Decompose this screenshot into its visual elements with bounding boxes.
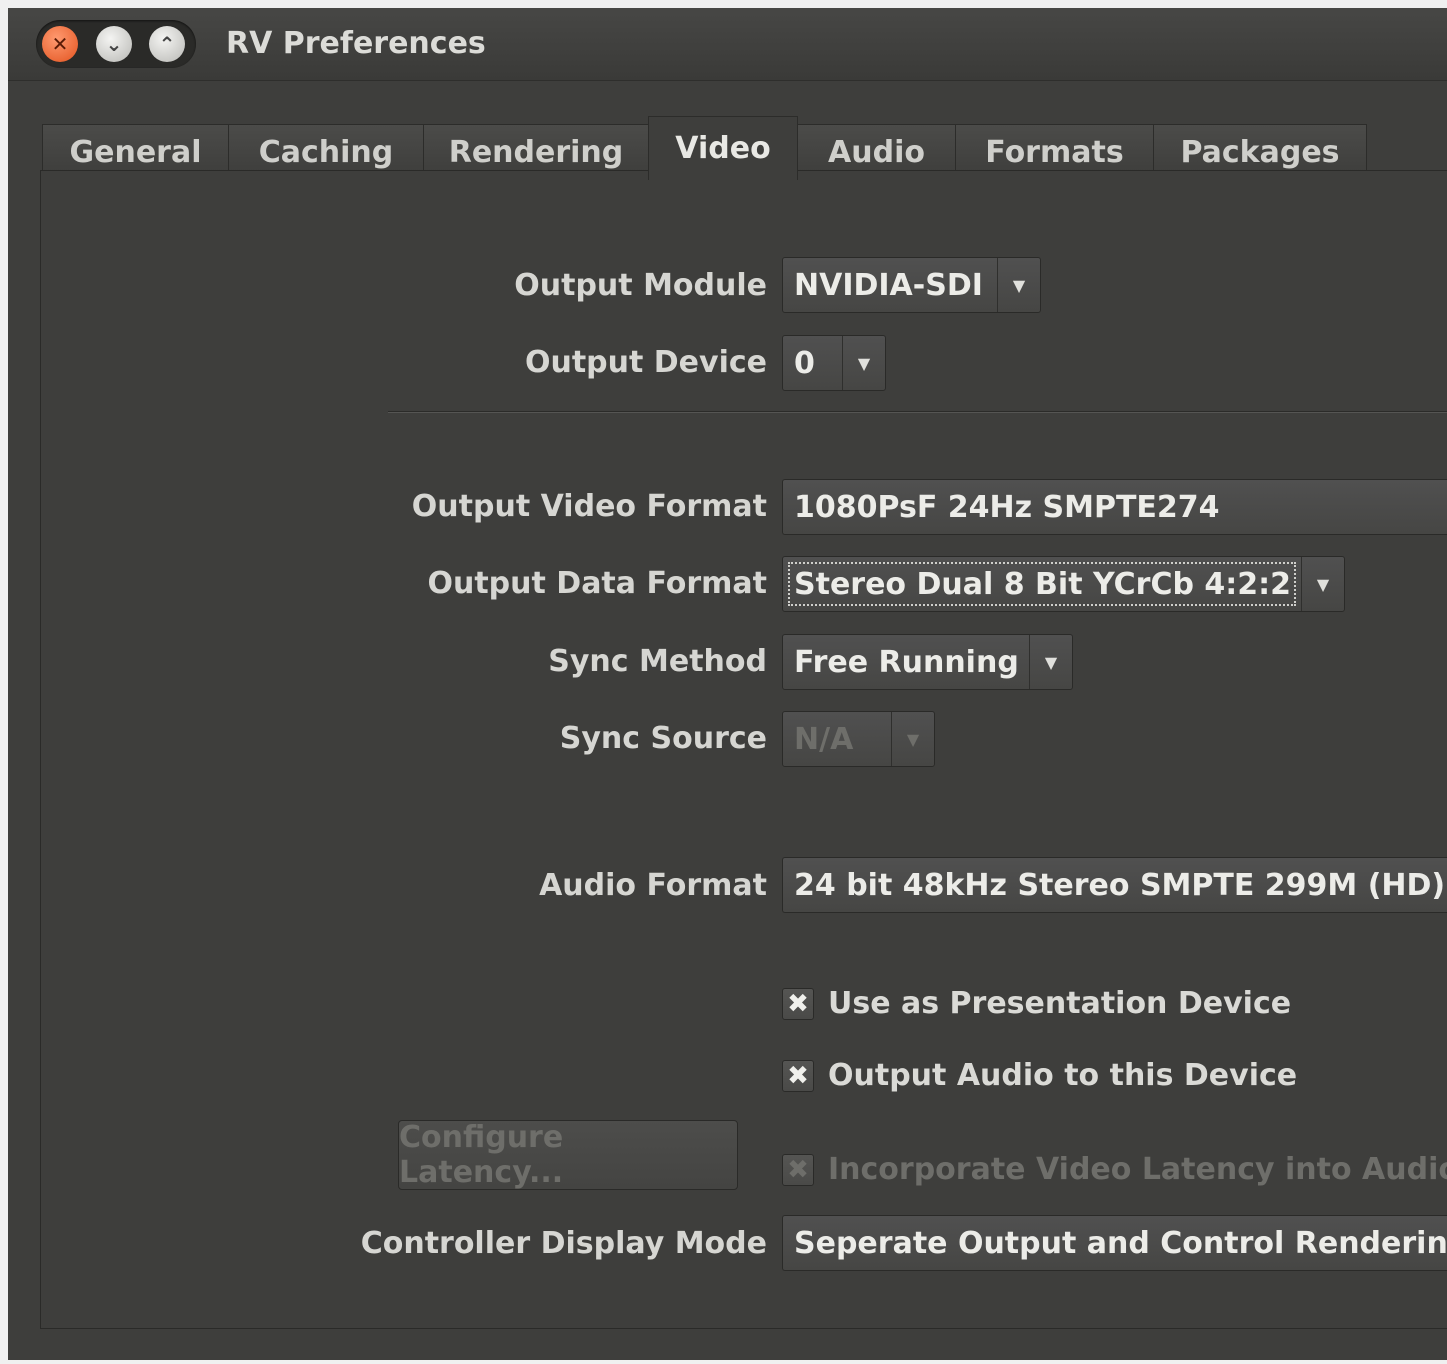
sync-source-select[interactable]: N/A ▼: [782, 711, 935, 767]
output-device-value: 0: [794, 345, 815, 381]
chevron-down-icon[interactable]: ▼: [842, 336, 885, 390]
incorporate-latency-label: Incorporate Video Latency into Audio Of: [828, 1152, 1447, 1187]
output-audio-checkbox-row[interactable]: ✖ Output Audio to this Device: [782, 1058, 1297, 1093]
window-controls: ✕ ⌄ ⌃: [36, 20, 196, 68]
controller-display-mode-value: Seperate Output and Control Rendering: [794, 1225, 1447, 1261]
output-module-select[interactable]: NVIDIA-SDI ▼: [782, 257, 1041, 313]
output-data-format-value: Stereo Dual 8 Bit YCrCb 4:2:2: [786, 560, 1298, 608]
output-data-format-label: Output Data Format: [427, 566, 767, 601]
audio-format-label: Audio Format: [539, 868, 767, 903]
output-data-format-select[interactable]: Stereo Dual 8 Bit YCrCb 4:2:2 ▼: [782, 556, 1345, 612]
sync-method-value: Free Running: [794, 644, 1019, 680]
incorporate-latency-checkbox-row[interactable]: ✖ Incorporate Video Latency into Audio O…: [782, 1152, 1447, 1187]
chevron-down-icon[interactable]: ▼: [997, 258, 1040, 312]
close-icon[interactable]: ✕: [42, 26, 78, 62]
use-as-presentation-label: Use as Presentation Device: [828, 986, 1292, 1021]
output-module-value: NVIDIA-SDI: [794, 267, 983, 303]
use-as-presentation-checkbox-row[interactable]: ✖ Use as Presentation Device: [782, 986, 1291, 1021]
output-device-label: Output Device: [524, 345, 767, 380]
output-device-select[interactable]: 0 ▼: [782, 335, 886, 391]
audio-format-select[interactable]: 24 bit 48kHz Stereo SMPTE 299M (HD): [782, 857, 1447, 913]
separator: [388, 411, 1447, 413]
output-audio-label: Output Audio to this Device: [828, 1058, 1298, 1093]
sync-source-label: Sync Source: [559, 721, 767, 756]
output-video-format-select[interactable]: 1080PsF 24Hz SMPTE274: [782, 479, 1447, 535]
sync-method-label: Sync Method: [548, 644, 767, 679]
window-title: RV Preferences: [226, 26, 486, 61]
sync-method-select[interactable]: Free Running ▼: [782, 634, 1073, 690]
sync-source-value: N/A: [794, 721, 854, 757]
audio-format-value: 24 bit 48kHz Stereo SMPTE 299M (HD): [794, 867, 1446, 903]
output-video-format-value: 1080PsF 24Hz SMPTE274: [794, 489, 1220, 525]
configure-latency-button[interactable]: Configure Latency...: [398, 1120, 738, 1190]
maximize-icon[interactable]: ⌃: [149, 26, 185, 62]
title-bar[interactable]: ✕ ⌄ ⌃ RV Preferences: [8, 8, 1447, 81]
minimize-icon[interactable]: ⌄: [96, 26, 132, 62]
chevron-down-icon: ▼: [891, 712, 934, 766]
output-video-format-label: Output Video Format: [411, 489, 767, 524]
preferences-window: ✕ ⌄ ⌃ RV Preferences General Caching Ren…: [8, 8, 1447, 1360]
chevron-down-icon[interactable]: ▼: [1029, 635, 1072, 689]
output-module-label: Output Module: [514, 268, 767, 303]
chevron-down-icon[interactable]: ▼: [1301, 557, 1344, 611]
checkbox-checked-icon[interactable]: ✖: [782, 987, 814, 1020]
controller-display-mode-label: Controller Display Mode: [360, 1226, 767, 1261]
checkbox-checked-icon: ✖: [782, 1153, 814, 1186]
checkbox-checked-icon[interactable]: ✖: [782, 1059, 814, 1092]
tab-video[interactable]: Video: [648, 116, 798, 180]
controller-display-mode-select[interactable]: Seperate Output and Control Rendering: [782, 1215, 1447, 1271]
